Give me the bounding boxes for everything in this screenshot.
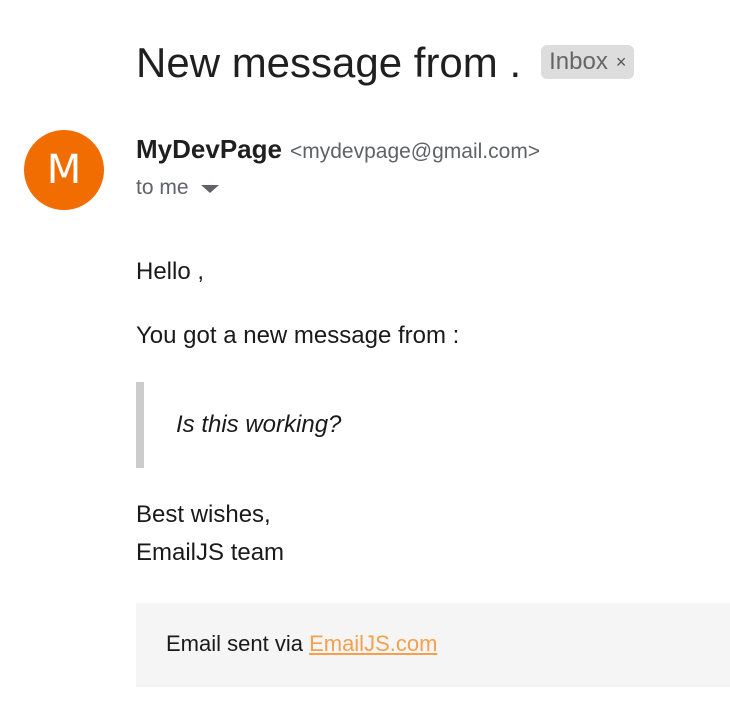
sender-line: MyDevPage <mydevpage@gmail.com> <box>136 134 540 165</box>
label-chip-text: Inbox <box>549 48 608 75</box>
sender-email: <mydevpage@gmail.com> <box>289 140 541 163</box>
message-quote: Is this working? <box>136 382 696 468</box>
footer-prefix: Email sent via <box>166 631 310 656</box>
inbox-label-chip[interactable]: Inbox × <box>541 45 635 79</box>
recipient-text: to me <box>136 176 189 199</box>
email-footer: Email sent via EmailJS.com <box>136 603 730 687</box>
body-greeting: Hello , <box>136 258 205 285</box>
body-intro: You got a new message from : <box>136 322 460 349</box>
chevron-down-icon[interactable] <box>200 185 219 193</box>
email-subject: New message from . <box>136 39 522 86</box>
closing-line-1: Best wishes, <box>136 501 271 528</box>
avatar-letter: M <box>46 147 82 193</box>
quote-text: Is this working? <box>176 411 342 438</box>
sender-avatar[interactable]: M <box>24 130 104 210</box>
footer-text: Email sent via EmailJS.com <box>166 631 437 657</box>
recipient-line: to me <box>136 176 219 200</box>
close-icon[interactable]: × <box>616 52 627 73</box>
closing-line-2: EmailJS team <box>136 539 285 566</box>
sender-name[interactable]: MyDevPage <box>136 134 282 165</box>
subject-row: New message from . Inbox × <box>136 38 635 88</box>
emailjs-link[interactable]: EmailJS.com <box>309 631 437 656</box>
